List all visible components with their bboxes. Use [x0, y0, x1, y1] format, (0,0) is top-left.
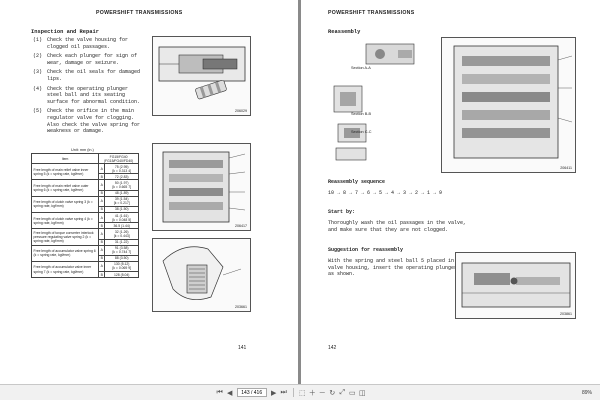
section-label: Section B-B — [351, 112, 372, 116]
figure-id: 206411 — [560, 166, 572, 170]
figure-id: 203661 — [235, 305, 247, 309]
section-diagrams-drawing — [333, 43, 415, 161]
col-model-header: FG15/FG40 (FG15/FG40/FD40) — [98, 152, 139, 165]
valve-assembly-drawing — [162, 151, 246, 223]
viewer-toolbar: ⏮ ◀ ▶ ⏭ ⬚ ＋ － ↻ ⤢ ▭ ◫ 89% — [0, 384, 600, 400]
suggestion-title: Suggestion for reassembly — [328, 247, 404, 253]
valve-plunger-drawing — [158, 46, 246, 100]
row-item: Free length of clutch valve spring 4 (k … — [30, 212, 100, 230]
next-page-icon[interactable]: ▶ — [269, 388, 279, 398]
inspection-steps: (1) Check the valve housing for clogged o… — [33, 37, 145, 138]
left-page: POWERSHIFT TRANSMISSIONS Inspection and … — [0, 0, 298, 384]
two-page-icon[interactable]: ◫ — [357, 388, 367, 398]
section-title: Inspection and Repair — [31, 29, 99, 35]
sequence-title: Reassembly sequence — [328, 179, 386, 185]
row-item: Free length of torque converter interloc… — [30, 228, 100, 246]
first-page-icon[interactable]: ⏮ — [215, 388, 225, 398]
table-header: Item FG15/FG40 (FG15/FG40/FD40) — [30, 152, 139, 165]
last-page-icon[interactable]: ⏭ — [279, 388, 289, 398]
step-item: (3) Check the oil seals for damaged lips. — [33, 69, 141, 82]
start-text: Thoroughly wash the oil passages in the … — [328, 220, 467, 233]
running-head: POWERSHIFT TRANSMISSIONS — [96, 10, 183, 16]
step-item: (2) Check each plunger for sign of wear, … — [33, 53, 138, 66]
step-item: (4) Check the operating plunger steel bal… — [33, 85, 141, 105]
spring-insertion-drawing — [162, 246, 242, 300]
figure-id: 206029 — [235, 109, 247, 113]
col-item-header: Item — [30, 152, 100, 165]
page-number-input[interactable] — [236, 388, 267, 397]
row-item: Free length of main relief valve outer s… — [30, 179, 100, 197]
start-title: Start by: — [328, 209, 356, 215]
section-label: Section C-C — [351, 130, 372, 134]
table-row: Free length of accumulator valve inner s… — [30, 260, 139, 279]
step-item: (5) Check the orifice in the main regulat… — [33, 108, 141, 135]
figure-id: 206417 — [235, 224, 247, 228]
unit-label: Unit: mm (in.) — [71, 148, 94, 152]
valve-plunger-figure: 206029 — [152, 36, 251, 116]
section-diagrams — [328, 40, 423, 170]
fullscreen-icon[interactable]: ⤢ — [337, 388, 347, 398]
fit-page-icon[interactable]: ⬚ — [297, 388, 307, 398]
section-title: Reassembly — [328, 29, 361, 35]
spring-spec-table: Item FG15/FG40 (FG15/FG40/FD40) Free len… — [30, 152, 139, 279]
suggestion-text: With the spring and steel ball 5 placed … — [328, 258, 467, 278]
row-item: Free length of accumulator valve spring … — [30, 244, 100, 262]
page-number: 141 — [238, 345, 247, 351]
right-page: POWERSHIFT TRANSMISSIONS Reassembly Sect… — [301, 0, 600, 384]
reassembly-figure: 206411 — [441, 37, 576, 173]
figure-id: 203861 — [560, 312, 572, 316]
reassembly-drawing — [453, 45, 573, 159]
spring-insertion-figure: 203661 — [152, 238, 251, 312]
table-row: Free length of accumulator valve spring … — [30, 244, 139, 262]
toolbar-divider — [292, 388, 294, 397]
sequence-text: 10 → 8 → 7 → 6 → 5 → 4 → 3 → 2 → 1 → 9 — [328, 190, 443, 196]
section-label: Section A-A — [351, 66, 371, 70]
row-item: Free length of accumulator valve inner s… — [30, 260, 100, 279]
plunger-insertion-figure: 203861 — [455, 252, 576, 319]
zoom-in-icon[interactable]: ＋ — [307, 388, 317, 398]
page-number: 142 — [328, 345, 337, 351]
row-item: Free length of main relief valve inner s… — [30, 163, 100, 181]
zoom-level[interactable]: 89% — [582, 390, 600, 396]
plunger-insertion-drawing — [461, 262, 571, 308]
valve-assembly-figure: 206417 — [152, 143, 251, 231]
previous-page-icon[interactable]: ◀ — [225, 388, 235, 398]
table-row: Free length of torque converter interloc… — [30, 228, 139, 246]
single-page-icon[interactable]: ▭ — [347, 388, 357, 398]
row-item: Free length of clutch valve spring 3 (k … — [30, 195, 100, 214]
table-row: Free length of clutch valve spring 3 (k … — [30, 195, 139, 214]
table-row: Free length of main relief valve outer s… — [30, 179, 139, 197]
step-item: (1) Check the valve housing for clogged o… — [33, 37, 129, 50]
rotate-icon[interactable]: ↻ — [327, 388, 337, 398]
table-row: Free length of clutch valve spring 4 (k … — [30, 212, 139, 230]
running-head: POWERSHIFT TRANSMISSIONS — [328, 10, 415, 16]
zoom-out-icon[interactable]: － — [317, 388, 327, 398]
table-row: Free length of main relief valve inner s… — [30, 163, 139, 181]
